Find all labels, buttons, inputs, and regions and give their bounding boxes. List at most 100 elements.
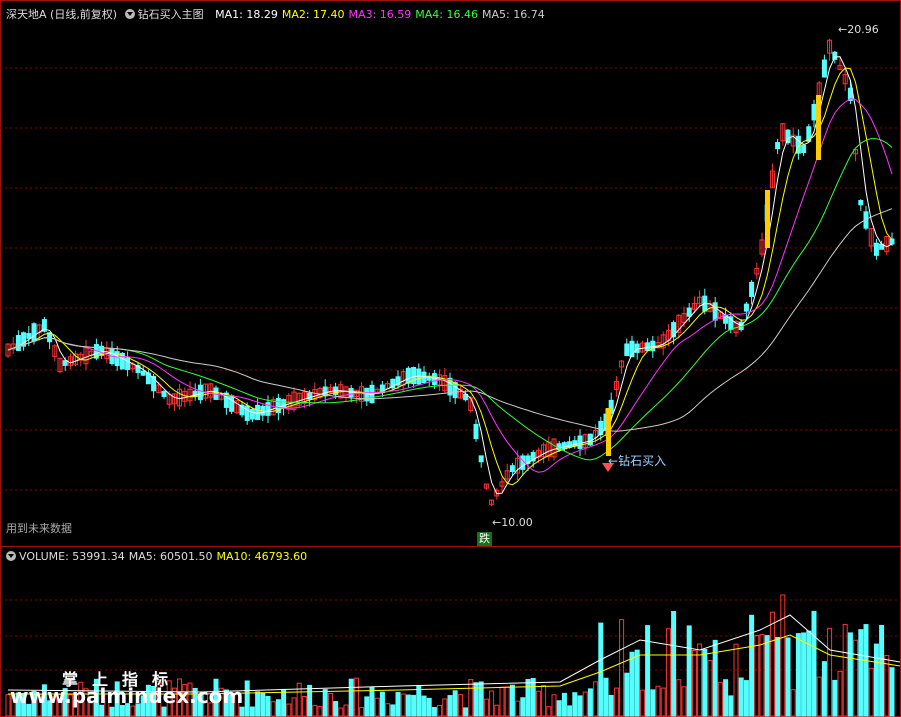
- candle-body: [62, 360, 68, 366]
- volume-bar: [452, 690, 458, 717]
- candle-body: [244, 405, 250, 421]
- volume-bar: [561, 692, 567, 717]
- volume-bar: [260, 692, 266, 717]
- volume-bar: [426, 697, 432, 717]
- volume-bar: [244, 680, 250, 717]
- volume-bar: [307, 684, 313, 717]
- candle-body: [249, 408, 255, 420]
- volume-bar: [858, 629, 864, 717]
- volume-bar: [634, 649, 640, 717]
- volume-bar: [265, 696, 271, 717]
- volume-bar: [364, 696, 370, 717]
- volume-bar: [639, 689, 645, 717]
- candle-body: [473, 423, 479, 440]
- dropdown-circle-icon[interactable]: [6, 551, 16, 561]
- volume-bar: [416, 685, 422, 717]
- volume-bar: [816, 676, 822, 717]
- volume-bar: [442, 698, 448, 717]
- volume-bar: [338, 707, 344, 717]
- ma1-line: [7, 56, 893, 495]
- volume-bar: [691, 650, 697, 717]
- candle-body: [281, 399, 287, 409]
- volume-bar: [431, 706, 437, 717]
- volume-bar: [624, 672, 630, 717]
- volume-bar: [863, 624, 869, 717]
- ma4-line: [7, 138, 893, 461]
- volume-bar: [873, 643, 879, 717]
- volume-bar: [608, 694, 614, 717]
- buy-signal-label: ←钻石买入: [608, 454, 667, 468]
- volume-bar: [379, 691, 385, 717]
- ma-legend-item: MA5: 16.74: [481, 8, 545, 21]
- volume-bar: [728, 695, 734, 717]
- volume-legend: VOLUME: 53991.34 MA5: 60501.50 MA10: 46793…: [19, 550, 311, 563]
- volume-bar: [681, 686, 687, 717]
- candle-body: [229, 395, 235, 412]
- volume-bar: [239, 706, 245, 717]
- ma-legend-item: MA3: 16.59: [348, 8, 412, 21]
- volume-bar: [390, 704, 396, 717]
- volume-bar: [255, 691, 261, 717]
- high-price-label: ←20.96: [838, 23, 879, 36]
- dropdown-circle-icon[interactable]: [124, 9, 135, 19]
- volume-bar: [437, 704, 443, 717]
- volume-bar: [780, 594, 786, 717]
- volume-bar: [270, 701, 276, 717]
- candle-body: [801, 144, 807, 153]
- volume-bar: [868, 667, 874, 717]
- volume-bar: [317, 705, 323, 717]
- candle-body: [712, 302, 718, 321]
- candle-body: [431, 373, 437, 386]
- candle-body: [577, 435, 583, 449]
- indicator-menu[interactable]: 钻石买入主图: [124, 8, 208, 21]
- volume-bar: [359, 706, 365, 717]
- volume-bar: [249, 706, 255, 717]
- candle-body: [197, 384, 203, 401]
- volume-bar: [556, 700, 562, 717]
- candle-body: [743, 303, 749, 312]
- volume-bar: [572, 692, 578, 717]
- candle-body: [31, 323, 37, 342]
- low-price-value: 10.00: [501, 516, 533, 529]
- volume-legend-item: MA5: 60501.50: [128, 550, 213, 563]
- candle-body: [821, 59, 827, 78]
- volume-bar: [790, 689, 796, 717]
- candle-body: [125, 357, 131, 371]
- volume-bar: [530, 677, 536, 717]
- volume-bar: [832, 679, 838, 717]
- stock-chart[interactable]: [0, 0, 901, 717]
- volume-bar: [733, 643, 739, 717]
- signal-bar: [765, 190, 770, 248]
- candle-body: [634, 343, 640, 353]
- candle-body: [478, 455, 484, 463]
- volume-bar: [494, 704, 500, 717]
- volume-legend-item: MA10: 46793.60: [216, 550, 308, 563]
- indicator-name: 钻石买入主图: [137, 8, 204, 21]
- ma2-line: [7, 67, 893, 486]
- candle-body: [405, 367, 411, 384]
- candle-body: [650, 340, 656, 352]
- candle-body: [645, 342, 651, 352]
- chart-border: [0, 0, 901, 717]
- volume-bar: [759, 633, 765, 717]
- volume-bar: [676, 679, 682, 717]
- volume-bar: [301, 695, 307, 717]
- volume-bar: [343, 704, 349, 717]
- volume-bar: [811, 610, 817, 717]
- main-chart-header: 深天地A (日线,前复权) 钻石买入主图 MA1: 18.29 MA2: 17.4…: [6, 6, 553, 22]
- volume-bar: [457, 694, 463, 717]
- high-price-value: 20.96: [847, 23, 879, 36]
- stock-title[interactable]: 深天地A (日线,前复权): [6, 8, 117, 21]
- volume-bar: [660, 687, 666, 717]
- volume-bar: [603, 677, 609, 717]
- volume-bar: [577, 695, 583, 717]
- volume-bar: [686, 625, 692, 717]
- volume-bar: [348, 678, 354, 717]
- candle-body: [624, 343, 630, 356]
- volume-bar: [161, 706, 167, 717]
- volume-bar: [769, 611, 775, 717]
- ma-legend-item: MA2: 17.40: [281, 8, 345, 21]
- volume-bar: [411, 694, 417, 717]
- candle-body: [811, 103, 817, 121]
- ma-legend-item: MA1: 18.29: [215, 8, 278, 21]
